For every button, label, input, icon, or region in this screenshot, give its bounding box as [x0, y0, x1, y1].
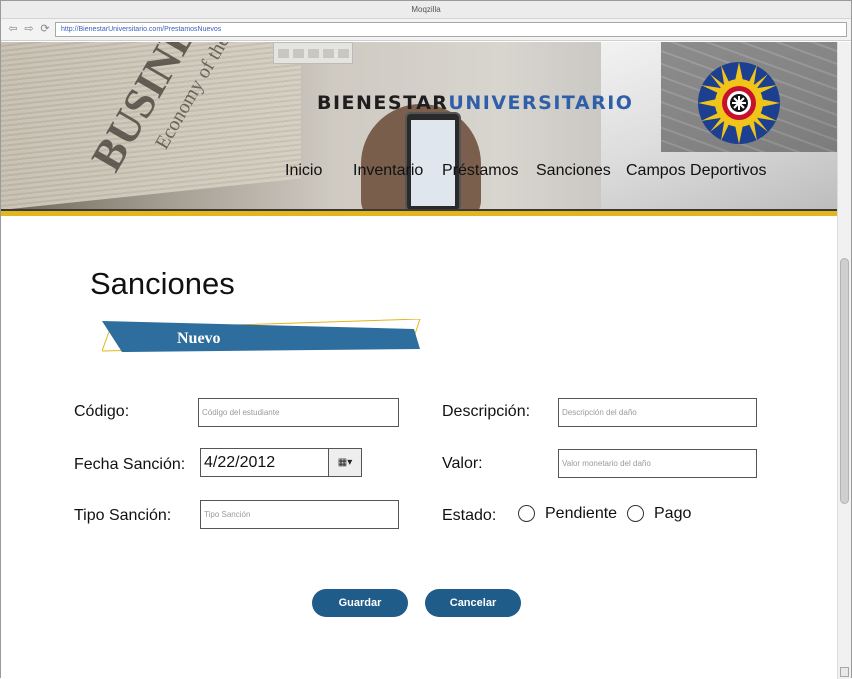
- ribbon-label: Nuevo: [177, 330, 221, 347]
- cancel-button[interactable]: Cancelar: [425, 589, 521, 617]
- scrollbar-thumb[interactable]: [840, 258, 849, 504]
- codigo-label: Código:: [74, 403, 130, 420]
- university-logo: [698, 62, 780, 144]
- brand-title: BIENESTARUNIVERSITARIO: [317, 92, 633, 114]
- refresh-icon[interactable]: ⟳: [39, 23, 51, 35]
- tipo-field[interactable]: [200, 500, 399, 529]
- estado-label: Estado:: [442, 507, 497, 524]
- estado-radio-pendiente[interactable]: [518, 505, 535, 522]
- menu-item-inventario[interactable]: Inventario: [353, 162, 423, 180]
- calculator-image: [273, 42, 353, 64]
- vertical-scrollbar[interactable]: [837, 42, 851, 679]
- estado-radio-pago[interactable]: [627, 505, 644, 522]
- descripcion-label: Descripción:: [442, 403, 531, 420]
- forward-icon[interactable]: ⇨: [23, 23, 35, 35]
- page-viewport: BUSINESS Economy of the European Union B…: [1, 42, 837, 679]
- url-field[interactable]: http://BienestarUniversitario.com/Presta…: [55, 22, 847, 37]
- descripcion-field[interactable]: [558, 398, 757, 427]
- header-stripe: [1, 209, 837, 216]
- menu-item-prestamos[interactable]: Préstamos: [442, 162, 518, 180]
- tipo-label: Tipo Sanción:: [74, 507, 172, 524]
- fecha-date-picker[interactable]: 4/22/2012 ▦▾: [200, 448, 362, 477]
- page-title: Sanciones: [90, 266, 235, 301]
- fecha-value: 4/22/2012: [204, 454, 276, 471]
- save-button[interactable]: Guardar: [312, 589, 408, 617]
- menu-item-inicio[interactable]: Inicio: [285, 162, 322, 180]
- brand-title-part1: BIENESTAR: [317, 92, 449, 114]
- header-banner: BUSINESS Economy of the European Union B…: [1, 42, 837, 210]
- valor-label: Valor:: [442, 455, 483, 472]
- menu-item-sanciones[interactable]: Sanciones: [536, 162, 611, 180]
- back-icon[interactable]: ⇦: [7, 23, 19, 35]
- phone-image: [405, 112, 461, 210]
- scrollbar-end-button[interactable]: [840, 667, 849, 677]
- main-menu: Inicio Inventario Préstamos Sanciones Ca…: [1, 162, 837, 184]
- ribbon-banner: [102, 319, 421, 352]
- estado-option-pendiente: Pendiente: [545, 505, 618, 522]
- browser-window: Moqzilla ⇦ ⇨ ⟳ http://BienestarUniversit…: [0, 0, 852, 679]
- address-bar: ⇦ ⇨ ⟳ http://BienestarUniversitario.com/…: [1, 19, 851, 41]
- estado-option-pago: Pago: [654, 505, 692, 522]
- calendar-icon[interactable]: ▦▾: [328, 449, 361, 476]
- codigo-field[interactable]: [198, 398, 399, 427]
- fecha-label: Fecha Sanción:: [74, 456, 186, 473]
- menu-item-campos-deportivos[interactable]: Campos Deportivos: [626, 162, 767, 180]
- valor-field[interactable]: [558, 449, 757, 478]
- brand-title-part2: UNIVERSITARIO: [448, 92, 634, 114]
- window-titlebar: Moqzilla: [1, 1, 851, 19]
